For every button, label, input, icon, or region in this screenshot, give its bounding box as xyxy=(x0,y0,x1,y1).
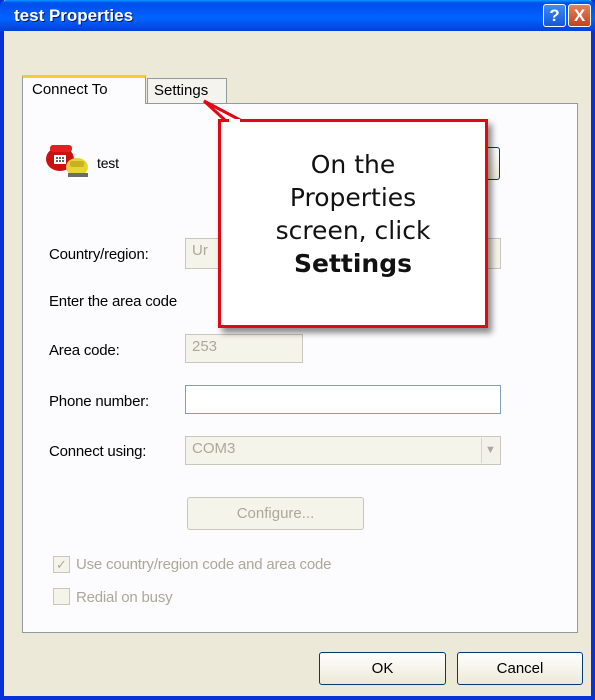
connect-using-select[interactable]: COM3 ▼ xyxy=(185,436,501,465)
help-button[interactable]: ? xyxy=(543,4,566,27)
connect-using-label: Connect using: xyxy=(49,443,147,460)
window-title: test Properties xyxy=(14,6,134,25)
area-code-instructions: Enter the area code xyxy=(49,293,177,310)
phone-number-label: Phone number: xyxy=(49,393,149,410)
configure-button[interactable]: Configure... xyxy=(187,497,364,530)
telephone-icon xyxy=(44,137,90,179)
callout-line-4: Settings xyxy=(293,249,412,278)
close-button[interactable]: X xyxy=(568,4,591,27)
tab-connect-to[interactable]: Connect To xyxy=(22,75,146,104)
callout-line-1: On the xyxy=(310,150,396,179)
connection-name: test xyxy=(97,155,119,171)
area-code-value: 253 xyxy=(192,338,218,355)
cancel-button[interactable]: Cancel xyxy=(457,652,583,685)
country-region-value: Ur xyxy=(192,242,208,259)
use-country-code-checkbox[interactable]: ✓ xyxy=(53,556,70,573)
instruction-callout: On the Properties screen, click Settings xyxy=(218,119,488,328)
redial-on-busy-label: Redial on busy xyxy=(76,589,173,606)
chevron-down-icon[interactable]: ▼ xyxy=(481,438,499,463)
phone-number-field[interactable] xyxy=(185,385,501,414)
use-country-code-label: Use country/region code and area code xyxy=(76,556,332,573)
callout-line-2: Properties xyxy=(289,183,417,212)
redial-on-busy-checkbox[interactable] xyxy=(53,588,70,605)
title-bar[interactable]: test Properties ? X xyxy=(0,0,595,31)
country-region-label: Country/region: xyxy=(49,246,149,263)
tab-settings[interactable]: Settings xyxy=(147,78,227,103)
ok-button[interactable]: OK xyxy=(319,652,446,685)
connect-using-value: COM3 xyxy=(192,440,236,457)
area-code-field[interactable]: 253 xyxy=(185,334,303,363)
callout-line-3: screen, click xyxy=(275,216,431,245)
area-code-label: Area code: xyxy=(49,342,120,359)
